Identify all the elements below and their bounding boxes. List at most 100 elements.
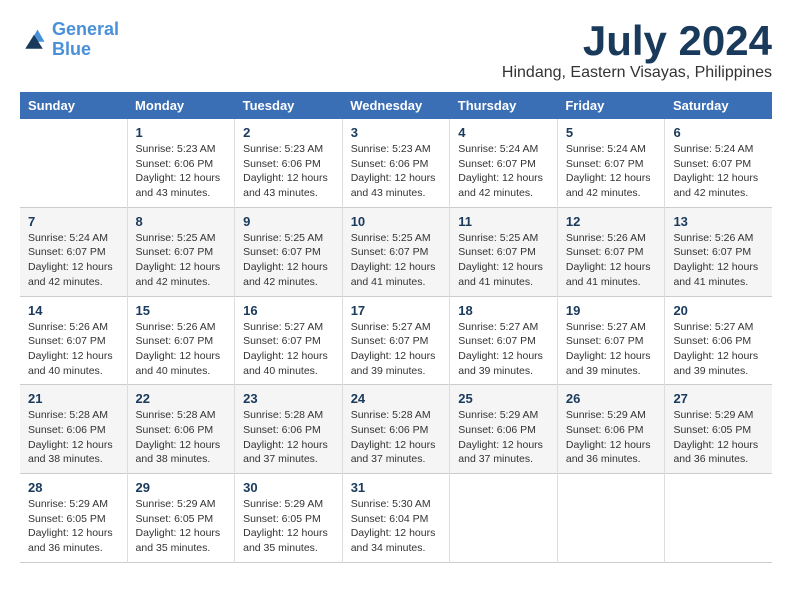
day-info: Sunrise: 5:27 AM Sunset: 6:06 PM Dayligh… xyxy=(673,320,764,379)
day-info: Sunrise: 5:26 AM Sunset: 6:07 PM Dayligh… xyxy=(673,231,764,290)
day-number: 15 xyxy=(136,303,227,318)
logo-line1: General xyxy=(52,20,119,40)
header-day-saturday: Saturday xyxy=(665,92,772,119)
day-info: Sunrise: 5:23 AM Sunset: 6:06 PM Dayligh… xyxy=(351,142,442,201)
day-number: 26 xyxy=(566,391,657,406)
calendar-cell: 22 Sunrise: 5:28 AM Sunset: 6:06 PM Dayli… xyxy=(127,385,235,474)
day-number: 31 xyxy=(351,480,442,495)
calendar-cell: 16 Sunrise: 5:27 AM Sunset: 6:07 PM Dayli… xyxy=(235,296,343,385)
calendar-cell: 27Sunrise: 5:29 AM Sunset: 6:05 PM Dayli… xyxy=(665,385,772,474)
calendar-cell: 20 Sunrise: 5:27 AM Sunset: 6:06 PM Dayli… xyxy=(665,296,772,385)
day-info: Sunrise: 5:27 AM Sunset: 6:07 PM Dayligh… xyxy=(566,320,657,379)
week-row-4: 21 Sunrise: 5:28 AM Sunset: 6:06 PM Dayli… xyxy=(20,385,772,474)
day-number: 2 xyxy=(243,125,334,140)
day-number: 27 xyxy=(673,391,764,406)
day-number: 11 xyxy=(458,214,549,229)
calendar-cell: 14 Sunrise: 5:26 AM Sunset: 6:07 PM Dayli… xyxy=(20,296,127,385)
day-number: 23 xyxy=(243,391,334,406)
calendar-cell: 24Sunrise: 5:28 AM Sunset: 6:06 PM Dayli… xyxy=(342,385,450,474)
title-section: July 2024 Hindang, Eastern Visayas, Phil… xyxy=(502,20,772,82)
day-number: 20 xyxy=(673,303,764,318)
header-day-friday: Friday xyxy=(557,92,665,119)
day-info: Sunrise: 5:24 AM Sunset: 6:07 PM Dayligh… xyxy=(673,142,764,201)
day-number: 8 xyxy=(136,214,227,229)
header-day-wednesday: Wednesday xyxy=(342,92,450,119)
day-info: Sunrise: 5:29 AM Sunset: 6:05 PM Dayligh… xyxy=(28,497,119,556)
day-number: 28 xyxy=(28,480,119,495)
day-number: 30 xyxy=(243,480,334,495)
calendar-cell: 17Sunrise: 5:27 AM Sunset: 6:07 PM Dayli… xyxy=(342,296,450,385)
day-number: 12 xyxy=(566,214,657,229)
calendar-table: SundayMondayTuesdayWednesdayThursdayFrid… xyxy=(20,92,772,563)
day-info: Sunrise: 5:26 AM Sunset: 6:07 PM Dayligh… xyxy=(28,320,119,379)
calendar-cell: 5 Sunrise: 5:24 AM Sunset: 6:07 PM Daylig… xyxy=(557,119,665,207)
day-number: 14 xyxy=(28,303,119,318)
day-info: Sunrise: 5:30 AM Sunset: 6:04 PM Dayligh… xyxy=(351,497,442,556)
calendar-cell: 28 Sunrise: 5:29 AM Sunset: 6:05 PM Dayli… xyxy=(20,474,127,563)
calendar-cell: 30Sunrise: 5:29 AM Sunset: 6:05 PM Dayli… xyxy=(235,474,343,563)
main-title: July 2024 xyxy=(502,20,772,62)
header-day-monday: Monday xyxy=(127,92,235,119)
calendar-cell xyxy=(450,474,558,563)
calendar-cell: 7Sunrise: 5:24 AM Sunset: 6:07 PM Daylig… xyxy=(20,207,127,296)
day-info: Sunrise: 5:29 AM Sunset: 6:06 PM Dayligh… xyxy=(458,408,549,467)
day-number: 24 xyxy=(351,391,442,406)
day-number: 5 xyxy=(566,125,657,140)
calendar-cell xyxy=(20,119,127,207)
calendar-cell: 13 Sunrise: 5:26 AM Sunset: 6:07 PM Dayli… xyxy=(665,207,772,296)
calendar-cell: 3Sunrise: 5:23 AM Sunset: 6:06 PM Daylig… xyxy=(342,119,450,207)
calendar-cell: 6Sunrise: 5:24 AM Sunset: 6:07 PM Daylig… xyxy=(665,119,772,207)
day-info: Sunrise: 5:28 AM Sunset: 6:06 PM Dayligh… xyxy=(136,408,227,467)
week-row-3: 14 Sunrise: 5:26 AM Sunset: 6:07 PM Dayli… xyxy=(20,296,772,385)
day-number: 22 xyxy=(136,391,227,406)
day-info: Sunrise: 5:25 AM Sunset: 6:07 PM Dayligh… xyxy=(351,231,442,290)
calendar-cell xyxy=(665,474,772,563)
header-day-thursday: Thursday xyxy=(450,92,558,119)
day-number: 1 xyxy=(136,125,227,140)
week-row-5: 28 Sunrise: 5:29 AM Sunset: 6:05 PM Dayli… xyxy=(20,474,772,563)
day-number: 13 xyxy=(673,214,764,229)
day-info: Sunrise: 5:25 AM Sunset: 6:07 PM Dayligh… xyxy=(458,231,549,290)
day-info: Sunrise: 5:23 AM Sunset: 6:06 PM Dayligh… xyxy=(243,142,334,201)
calendar-cell: 4 Sunrise: 5:24 AM Sunset: 6:07 PM Daylig… xyxy=(450,119,558,207)
calendar-cell: 18 Sunrise: 5:27 AM Sunset: 6:07 PM Dayli… xyxy=(450,296,558,385)
calendar-cell xyxy=(557,474,665,563)
day-info: Sunrise: 5:24 AM Sunset: 6:07 PM Dayligh… xyxy=(458,142,549,201)
day-info: Sunrise: 5:23 AM Sunset: 6:06 PM Dayligh… xyxy=(136,142,227,201)
day-info: Sunrise: 5:27 AM Sunset: 6:07 PM Dayligh… xyxy=(243,320,334,379)
week-row-2: 7Sunrise: 5:24 AM Sunset: 6:07 PM Daylig… xyxy=(20,207,772,296)
day-number: 17 xyxy=(351,303,442,318)
page-header: General Blue July 2024 Hindang, Eastern … xyxy=(20,20,772,82)
calendar-cell: 2 Sunrise: 5:23 AM Sunset: 6:06 PM Daylig… xyxy=(235,119,343,207)
day-number: 25 xyxy=(458,391,549,406)
subtitle: Hindang, Eastern Visayas, Philippines xyxy=(502,64,772,82)
day-number: 9 xyxy=(243,214,334,229)
calendar-header-row: SundayMondayTuesdayWednesdayThursdayFrid… xyxy=(20,92,772,119)
calendar-cell: 12 Sunrise: 5:26 AM Sunset: 6:07 PM Dayli… xyxy=(557,207,665,296)
calendar-cell: 25 Sunrise: 5:29 AM Sunset: 6:06 PM Dayli… xyxy=(450,385,558,474)
day-info: Sunrise: 5:24 AM Sunset: 6:07 PM Dayligh… xyxy=(566,142,657,201)
day-info: Sunrise: 5:27 AM Sunset: 6:07 PM Dayligh… xyxy=(458,320,549,379)
calendar-cell: 1 Sunrise: 5:23 AM Sunset: 6:06 PM Daylig… xyxy=(127,119,235,207)
calendar-cell: 19Sunrise: 5:27 AM Sunset: 6:07 PM Dayli… xyxy=(557,296,665,385)
day-info: Sunrise: 5:29 AM Sunset: 6:06 PM Dayligh… xyxy=(566,408,657,467)
header-day-sunday: Sunday xyxy=(20,92,127,119)
calendar-cell: 21 Sunrise: 5:28 AM Sunset: 6:06 PM Dayli… xyxy=(20,385,127,474)
logo-icon xyxy=(20,26,48,54)
logo-line2: Blue xyxy=(52,40,119,60)
day-number: 18 xyxy=(458,303,549,318)
day-number: 16 xyxy=(243,303,334,318)
calendar-cell: 26 Sunrise: 5:29 AM Sunset: 6:06 PM Dayli… xyxy=(557,385,665,474)
calendar-cell: 8Sunrise: 5:25 AM Sunset: 6:07 PM Daylig… xyxy=(127,207,235,296)
calendar-cell: 11 Sunrise: 5:25 AM Sunset: 6:07 PM Dayli… xyxy=(450,207,558,296)
calendar-cell: 9 Sunrise: 5:25 AM Sunset: 6:07 PM Daylig… xyxy=(235,207,343,296)
header-day-tuesday: Tuesday xyxy=(235,92,343,119)
day-info: Sunrise: 5:28 AM Sunset: 6:06 PM Dayligh… xyxy=(28,408,119,467)
day-info: Sunrise: 5:28 AM Sunset: 6:06 PM Dayligh… xyxy=(243,408,334,467)
day-info: Sunrise: 5:26 AM Sunset: 6:07 PM Dayligh… xyxy=(566,231,657,290)
day-info: Sunrise: 5:29 AM Sunset: 6:05 PM Dayligh… xyxy=(136,497,227,556)
day-number: 21 xyxy=(28,391,119,406)
day-info: Sunrise: 5:25 AM Sunset: 6:07 PM Dayligh… xyxy=(243,231,334,290)
day-number: 4 xyxy=(458,125,549,140)
day-info: Sunrise: 5:24 AM Sunset: 6:07 PM Dayligh… xyxy=(28,231,119,290)
